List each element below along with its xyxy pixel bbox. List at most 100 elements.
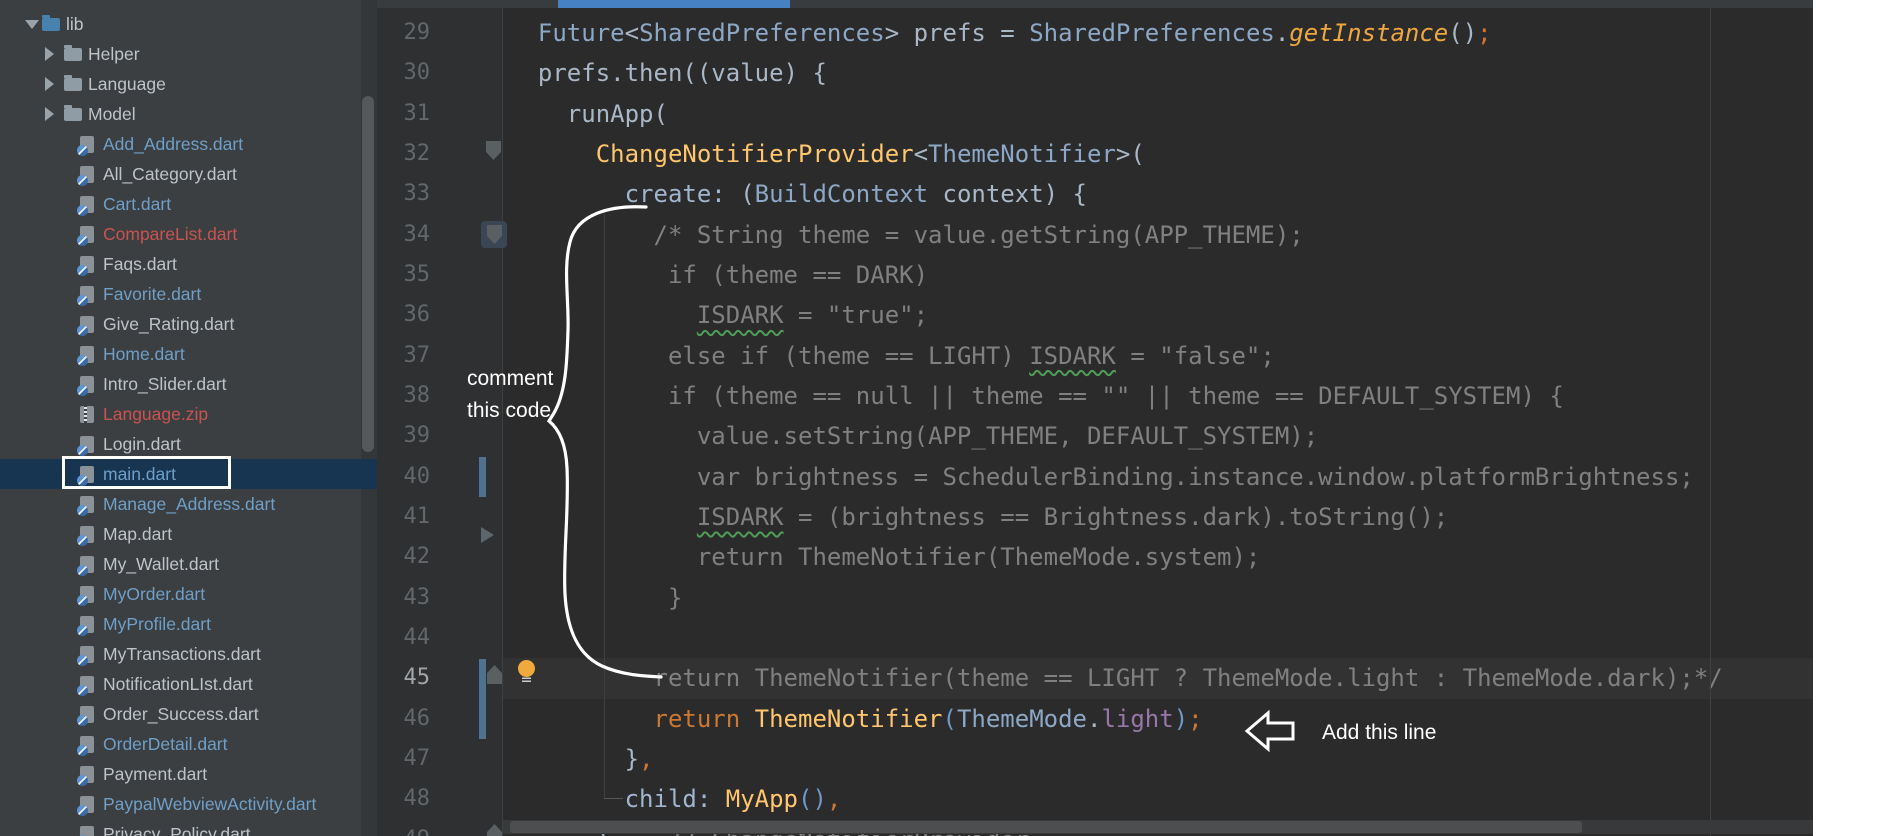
dart-file-icon — [80, 376, 94, 393]
tree-item-give-rating-dart[interactable]: Give_Rating.dart — [0, 309, 377, 339]
code-line-40[interactable]: var brightness = SchedulerBinding.instan… — [509, 457, 1694, 497]
line-number[interactable]: 35 — [387, 255, 430, 295]
folder-icon — [64, 48, 82, 61]
line-number[interactable]: 38 — [387, 376, 430, 416]
tree-item-cart-dart[interactable]: Cart.dart — [0, 189, 377, 219]
line-number[interactable]: 34 — [387, 215, 430, 255]
tree-item-label: Give_Rating.dart — [103, 314, 234, 335]
line-number[interactable]: 39 — [387, 416, 430, 456]
code-token: ISDARK — [697, 503, 784, 531]
code-line-31[interactable]: runApp( — [509, 94, 668, 134]
tree-item-order-success-dart[interactable]: Order_Success.dart — [0, 699, 377, 729]
tree-item-label: Intro_Slider.dart — [103, 374, 227, 395]
code-line-32[interactable]: ChangeNotifierProvider<ThemeNotifier>( — [509, 134, 1145, 174]
tree-item-manage-address-dart[interactable]: Manage_Address.dart — [0, 489, 377, 519]
code-token: return ThemeNotifier(theme == LIGHT ? Th… — [654, 664, 1723, 692]
line-number[interactable]: 30 — [387, 53, 430, 93]
intention-bulb-icon[interactable] — [518, 660, 535, 677]
code-token: create: — [625, 180, 726, 208]
code-token: SharedPreferences — [1029, 19, 1275, 47]
tree-item-orderdetail-dart[interactable]: OrderDetail.dart — [0, 729, 377, 759]
code-line-37[interactable]: else if (theme == LIGHT) ISDARK = "false… — [509, 336, 1275, 376]
code-line-42[interactable]: return ThemeNotifier(ThemeMode.system); — [509, 537, 1260, 577]
tree-item-payment-dart[interactable]: Payment.dart — [0, 759, 377, 789]
dart-file-icon — [80, 526, 94, 543]
tree-item-myprofile-dart[interactable]: MyProfile.dart — [0, 609, 377, 639]
code-token: ( — [726, 180, 755, 208]
tree-item-home-dart[interactable]: Home.dart — [0, 339, 377, 369]
dart-file-icon — [80, 706, 94, 723]
chevron-down-icon[interactable] — [25, 20, 39, 29]
tree-item-myorder-dart[interactable]: MyOrder.dart — [0, 579, 377, 609]
tree-item-intro-slider-dart[interactable]: Intro_Slider.dart — [0, 369, 377, 399]
tree-item-helper[interactable]: Helper — [0, 39, 377, 69]
line-number[interactable]: 43 — [387, 578, 430, 618]
line-number[interactable]: 49 — [387, 820, 430, 836]
code-line-45[interactable]: return ThemeNotifier(theme == LIGHT ? Th… — [509, 658, 1723, 698]
code-line-35[interactable]: if (theme == DARK) — [509, 255, 928, 295]
tree-item-label: NotificationLIst.dart — [103, 674, 253, 695]
tree-item-comparelist-dart[interactable]: CompareList.dart — [0, 219, 377, 249]
tree-item-lib[interactable]: lib — [0, 9, 377, 39]
code-editor[interactable]: 2930313233343536373839404142434445464748… — [377, 0, 1813, 836]
dart-file-icon — [80, 676, 94, 693]
tree-item-favorite-dart[interactable]: Favorite.dart — [0, 279, 377, 309]
line-number[interactable]: 33 — [387, 174, 430, 214]
tree-item-language-zip[interactable]: Language.zip — [0, 399, 377, 429]
chevron-right-icon[interactable] — [45, 47, 54, 61]
code-line-30[interactable]: prefs.then((value) { — [509, 53, 827, 93]
tree-item-paypalwebviewactivity-dart[interactable]: PaypalWebviewActivity.dart — [0, 789, 377, 819]
tree-item-label: MyTransactions.dart — [103, 644, 261, 665]
dart-file-icon — [80, 736, 94, 753]
horizontal-scrollbar-thumb[interactable] — [510, 821, 1582, 833]
dart-file-icon — [80, 796, 94, 813]
tree-item-all-category-dart[interactable]: All_Category.dart — [0, 159, 377, 189]
tree-item-privacy-policy-dart[interactable]: Privacy_Policy.dart — [0, 819, 377, 836]
dart-file-icon — [80, 766, 94, 783]
code-line-47[interactable]: }, — [509, 739, 654, 779]
tree-item-map-dart[interactable]: Map.dart — [0, 519, 377, 549]
line-number[interactable]: 31 — [387, 94, 430, 134]
tree-item-mytransactions-dart[interactable]: MyTransactions.dart — [0, 639, 377, 669]
chevron-right-icon[interactable] — [45, 77, 54, 91]
tree-item-language[interactable]: Language — [0, 69, 377, 99]
tree-item-label: PaypalWebviewActivity.dart — [103, 794, 316, 815]
tree-item-notificationlist-dart[interactable]: NotificationLIst.dart — [0, 669, 377, 699]
line-number[interactable]: 41 — [387, 497, 430, 537]
code-token: . — [1087, 705, 1101, 733]
tree-item-my-wallet-dart[interactable]: My_Wallet.dart — [0, 549, 377, 579]
line-number[interactable]: 45 — [387, 658, 430, 698]
line-number[interactable]: 42 — [387, 537, 430, 577]
chevron-right-icon[interactable] — [45, 107, 54, 121]
code-line-29[interactable]: Future<SharedPreferences> prefs = Shared… — [509, 13, 1492, 53]
code-line-33[interactable]: create: (BuildContext context) { — [509, 174, 1087, 214]
line-number[interactable]: 29 — [387, 13, 430, 53]
tree-scrollbar-thumb[interactable] — [362, 96, 374, 452]
line-number[interactable]: 47 — [387, 739, 430, 779]
code-line-38[interactable]: if (theme == null || theme == "" || them… — [509, 376, 1564, 416]
line-number[interactable]: 46 — [387, 699, 430, 739]
tree-item-add-address-dart[interactable]: Add_Address.dart — [0, 129, 377, 159]
tree-item-login-dart[interactable]: Login.dart — [0, 429, 377, 459]
code-line-48[interactable]: child: MyApp(), — [509, 779, 841, 819]
indent-guide-tick — [604, 798, 623, 799]
tree-item-label: Language — [88, 74, 166, 95]
line-number[interactable]: 48 — [387, 779, 430, 819]
line-number[interactable]: 44 — [387, 618, 430, 658]
code-line-39[interactable]: value.setString(APP_THEME, DEFAULT_SYSTE… — [509, 416, 1318, 456]
gutter-arrow-icon[interactable] — [481, 527, 494, 543]
code-token: ThemeNotifier — [755, 705, 943, 733]
folder-icon — [42, 18, 60, 31]
code-line-34[interactable]: /* String theme = value.getString(APP_TH… — [509, 215, 1304, 255]
line-number[interactable]: 36 — [387, 295, 430, 335]
tree-item-faqs-dart[interactable]: Faqs.dart — [0, 249, 377, 279]
code-line-36[interactable]: ISDARK = "true"; — [509, 295, 928, 335]
code-line-43[interactable]: } — [509, 578, 682, 618]
tree-item-model[interactable]: Model — [0, 99, 377, 129]
line-number[interactable]: 40 — [387, 457, 430, 497]
code-line-41[interactable]: ISDARK = (brightness == Brightness.dark)… — [509, 497, 1448, 537]
code-line-46[interactable]: return ThemeNotifier(ThemeMode.light); — [509, 699, 1203, 739]
dart-file-icon — [80, 646, 94, 663]
line-number[interactable]: 32 — [387, 134, 430, 174]
line-number[interactable]: 37 — [387, 336, 430, 376]
